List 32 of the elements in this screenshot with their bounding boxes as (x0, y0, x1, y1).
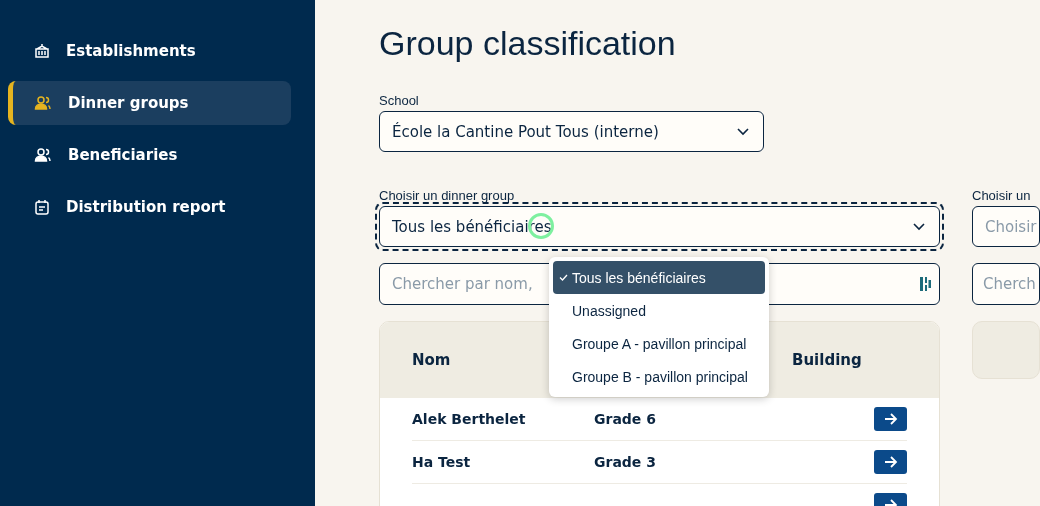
chevron-icon (913, 222, 925, 231)
check-icon (559, 274, 568, 281)
sidebar-item[interactable]: Dinner groups (8, 81, 291, 125)
field-label: Choisir un (972, 188, 1032, 203)
page-title: Group classification (379, 24, 677, 63)
table-cell-text: Grade 3 (594, 454, 657, 470)
calendar-icon (34, 199, 50, 215)
school-select[interactable]: École la Cantine Pout Tous (interne) (379, 111, 764, 152)
group-select[interactable]: Tous les bénéficiaires (379, 206, 940, 247)
arrow-icon (883, 413, 898, 425)
open-button[interactable] (874, 450, 907, 474)
table-cell-text: Ha Test (412, 454, 472, 470)
field-label: Choisir un dinner group (379, 188, 516, 203)
chevron-icon (737, 127, 749, 136)
table-cell-text: Grade 6 (594, 411, 657, 427)
column-header: Building (792, 351, 863, 369)
table-card (972, 321, 1040, 379)
dropdown-option[interactable]: Tous les bénéficiaires (553, 261, 765, 294)
sidebar-item[interactable]: Distribution report (8, 185, 291, 229)
dropdown-option[interactable]: Groupe B - pavillon principal (553, 360, 765, 393)
table-cell-text: Alek Berthelet (412, 411, 527, 427)
sidebar-item[interactable]: Establishments (8, 29, 291, 73)
people-icon (34, 147, 52, 163)
dropdown-option[interactable]: Groupe A - pavillon principal (553, 327, 765, 360)
field-label: School (379, 93, 420, 108)
people-icon (34, 95, 52, 111)
bars-icon (920, 276, 931, 292)
building-icon (34, 43, 50, 59)
column-header: Nom (412, 351, 452, 369)
open-button[interactable] (874, 407, 907, 431)
arrow-icon (883, 456, 898, 468)
sidebar-item[interactable]: Beneficiaries (8, 133, 291, 177)
